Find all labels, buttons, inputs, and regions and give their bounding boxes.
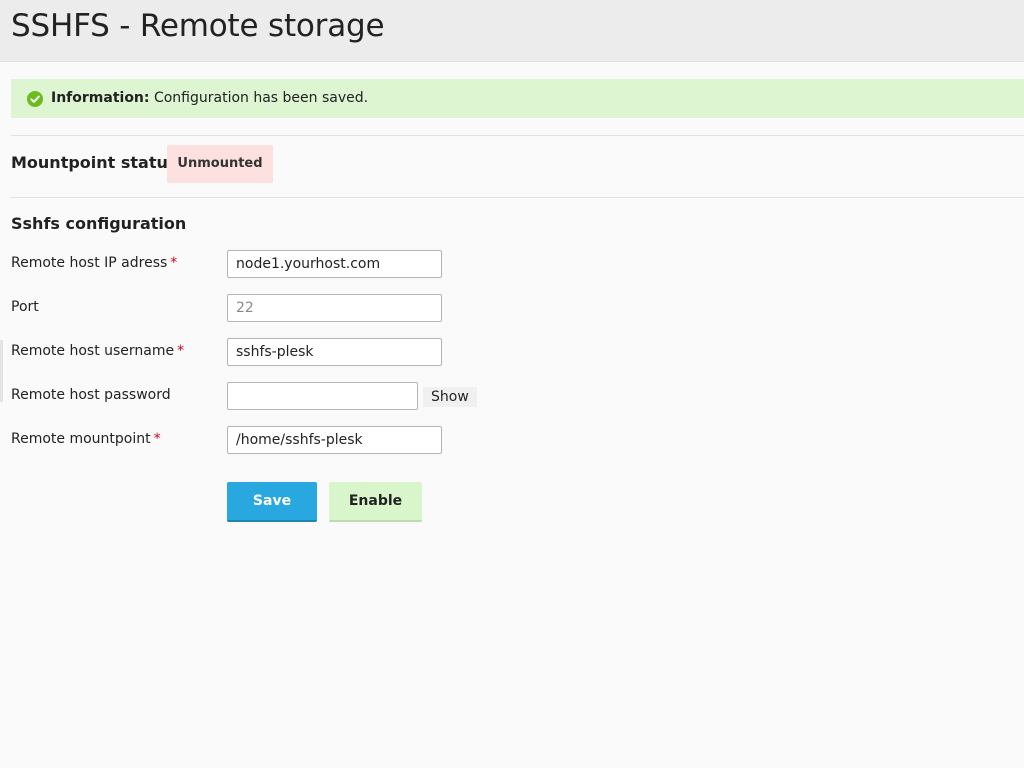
divider <box>11 135 1024 136</box>
mountpoint-label-text: Remote mountpoint <box>11 431 151 447</box>
required-marker: * <box>177 343 185 359</box>
host-label-text: Remote host IP adress <box>11 255 168 271</box>
username-label-text: Remote host username <box>11 343 175 359</box>
divider <box>11 197 1024 198</box>
password-input[interactable] <box>227 382 418 410</box>
host-label: Remote host IP adress * <box>11 255 177 271</box>
mountpoint-status-label: Mountpoint status : <box>11 153 190 172</box>
page-header: SSHFS - Remote storage <box>0 0 1024 62</box>
status-badge: Unmounted <box>167 145 273 183</box>
info-message-body: Configuration has been saved. <box>149 90 369 106</box>
info-message-label: Information: <box>51 90 150 106</box>
show-password-button[interactable]: Show <box>423 387 477 407</box>
mountpoint-label: Remote mountpoint * <box>11 431 161 447</box>
page-title: SSHFS - Remote storage <box>11 8 385 44</box>
port-label: Port <box>11 299 39 315</box>
host-input[interactable] <box>227 250 442 278</box>
sidebar-collapse-handle[interactable] <box>0 340 3 402</box>
password-label: Remote host password <box>11 387 171 403</box>
mountpoint-input[interactable] <box>227 426 442 454</box>
info-message: Information: Configuration has been save… <box>11 79 1024 118</box>
check-circle-icon <box>27 91 43 107</box>
section-title: Sshfs configuration <box>11 214 187 233</box>
save-button[interactable]: Save <box>227 482 317 522</box>
required-marker: * <box>170 255 178 271</box>
port-label-text: Port <box>11 299 39 315</box>
info-message-text: Information: Configuration has been save… <box>51 90 368 106</box>
port-input[interactable] <box>227 294 442 322</box>
username-input[interactable] <box>227 338 442 366</box>
username-label: Remote host username * <box>11 343 184 359</box>
enable-button[interactable]: Enable <box>329 482 422 522</box>
required-marker: * <box>153 431 161 447</box>
password-label-text: Remote host password <box>11 387 171 403</box>
